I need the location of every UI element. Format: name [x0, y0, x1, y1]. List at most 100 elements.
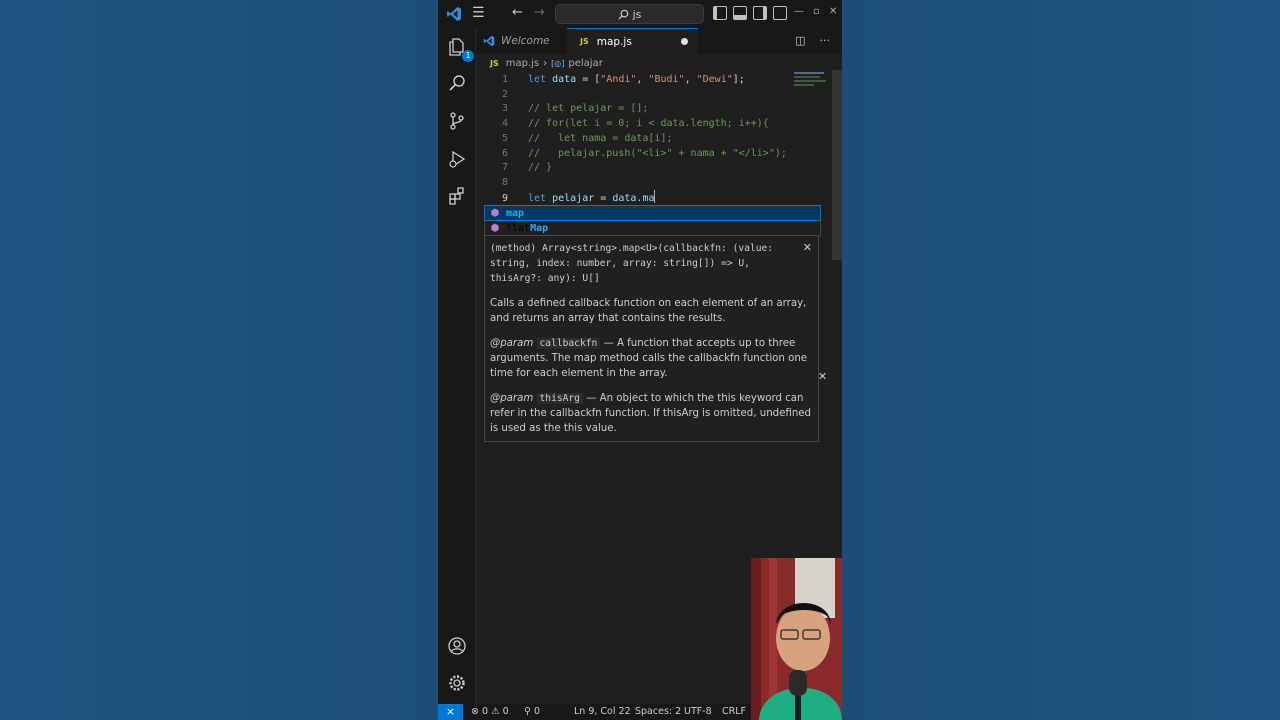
line-number: 5 — [501, 132, 508, 144]
code-token: ma — [642, 192, 655, 204]
code-token: = [ — [576, 74, 601, 85]
code-line[interactable]: 9 let pelajar = data.ma — [476, 189, 786, 205]
breadcrumb-symbol[interactable]: pelajar — [568, 58, 602, 69]
code-token: = — [594, 192, 613, 204]
explorer-badge: 1 — [462, 50, 474, 62]
split-editor-icon[interactable]: ◫ — [795, 34, 805, 47]
toggle-secondary-sidebar-icon[interactable] — [753, 6, 767, 20]
breadcrumb-file[interactable]: map.js — [506, 58, 539, 69]
more-actions-icon[interactable]: ··· — [820, 34, 831, 47]
tab-label: Welcome — [501, 35, 550, 47]
code-token: "Budi" — [648, 74, 685, 85]
suggestion-flatmap[interactable]: ⬢ flatMap — [485, 221, 820, 235]
presenter-image — [751, 558, 842, 720]
editor-tabs: Welcome JS map.js ◫ ··· — [476, 28, 842, 54]
code-line[interactable]: 4 // for(let i = 0; i < data.length; i++)… — [476, 116, 786, 131]
background-left — [0, 0, 438, 720]
code-line[interactable]: 6 // pelajar.push("<li>" + nama + "</li>"… — [476, 146, 787, 161]
forward-arrow-icon[interactable]: → — [534, 5, 545, 20]
accounts-icon[interactable] — [444, 633, 470, 659]
suggestion-map[interactable]: ⬢ map — [484, 205, 821, 221]
search-text: js — [632, 7, 642, 21]
code-line[interactable]: 7 // } — [476, 160, 786, 175]
line-number: 9 — [501, 192, 508, 204]
ports-status[interactable]: ⚲ 0 — [524, 704, 540, 720]
line-number: 1 — [501, 74, 508, 85]
line-number: 8 — [501, 176, 508, 188]
minimize-icon[interactable]: — — [794, 6, 804, 17]
code-line[interactable]: 3 // let pelajar = []; — [476, 101, 786, 116]
suggest-widget: ⬢ map ⬢ flatMap — [484, 205, 821, 237]
line-number: 7 — [501, 162, 508, 174]
line-number: 6 — [501, 147, 508, 159]
indentation[interactable]: Spaces: 2 — [635, 704, 681, 720]
line-number: 3 — [501, 103, 508, 115]
method-cube-icon: ⬢ — [490, 222, 500, 234]
code-token: , — [636, 74, 649, 85]
run-debug-icon[interactable] — [444, 146, 470, 172]
close-details-icon[interactable]: ✕ — [803, 240, 812, 255]
error-icon: ⊗ — [471, 706, 479, 717]
tab-map-js[interactable]: JS map.js — [567, 28, 698, 54]
method-description: Calls a defined callback function on eac… — [490, 298, 807, 324]
title-bar: ☰ ← → js — ▫ ✕ — [438, 0, 842, 28]
code-token: "Dewi" — [696, 74, 733, 85]
param-thisarg: @param thisArg — An object to which the … — [490, 393, 812, 434]
code-token: data — [612, 192, 637, 204]
toggle-panel-icon[interactable] — [733, 6, 747, 20]
code-token: // let pelajar = []; — [528, 103, 649, 115]
code-line[interactable]: 5 // let nama = data[i]; — [476, 131, 786, 146]
vscode-tab-icon — [483, 35, 495, 47]
explorer-icon[interactable]: 1 — [444, 34, 474, 62]
restore-icon[interactable]: ▫ — [813, 6, 820, 17]
js-file-icon: JS — [490, 58, 499, 68]
tab-welcome[interactable]: Welcome — [476, 28, 567, 54]
code-token: let — [528, 192, 553, 204]
vertical-scrollbar[interactable] — [832, 70, 842, 260]
problems-status[interactable]: ⊗ 0 ⚠ 0 — [471, 704, 509, 720]
close-window-icon[interactable]: ✕ — [829, 6, 837, 17]
minimap[interactable] — [794, 70, 828, 94]
code-line[interactable]: 1 let data = ["Andi", "Budi", "Dewi"]; — [476, 72, 786, 87]
command-center-search[interactable]: js — [555, 4, 704, 24]
text-cursor — [654, 189, 656, 203]
js-file-icon: JS — [580, 37, 589, 46]
cursor-position[interactable]: Ln 9, Col 22 — [574, 704, 631, 720]
close-widget-icon[interactable]: ✕ — [818, 370, 827, 383]
suggest-details: (method) Array<string>.map<U>(callbackfn… — [484, 235, 819, 442]
toggle-sidebar-icon[interactable] — [713, 6, 727, 20]
code-line[interactable]: 8 — [476, 175, 786, 190]
code-token: // for(let i = 0; i < data.length; i++){ — [528, 118, 769, 130]
code-token: // pelajar.push("<li>" + nama + "</li>")… — [528, 147, 787, 159]
variable-icon: [◎] — [551, 58, 565, 68]
tab-label: map.js — [596, 35, 632, 48]
menu-icon[interactable]: ☰ — [472, 5, 488, 21]
activity-bar: 1 — [438, 28, 476, 704]
code-token: , — [684, 74, 697, 85]
search-view-icon[interactable] — [444, 70, 470, 96]
param-callbackfn: @param callbackfn — A function that acce… — [490, 338, 808, 379]
encoding[interactable]: UTF-8 — [684, 704, 712, 720]
code-token: let — [528, 74, 553, 85]
code-token: "Andi" — [600, 74, 637, 85]
source-control-icon[interactable] — [444, 108, 470, 134]
manage-gear-icon[interactable] — [444, 670, 470, 696]
code-token: pelajar — [552, 192, 595, 204]
code-token: // let nama = data[i]; — [528, 132, 673, 144]
line-number: 4 — [501, 118, 508, 130]
remote-icon[interactable]: ⨯ — [438, 704, 463, 720]
vscode-logo-icon — [447, 7, 461, 21]
code-line[interactable]: 2 — [476, 87, 786, 102]
code-token: // } — [528, 162, 553, 174]
extensions-icon[interactable] — [444, 183, 470, 209]
chevron-right-icon: › — [543, 57, 548, 69]
tab-actions: ◫ ··· — [795, 34, 830, 47]
customize-layout-icon[interactable] — [773, 6, 787, 20]
end-of-line[interactable]: CRLF — [722, 704, 746, 720]
unsaved-dot-icon[interactable] — [681, 38, 688, 45]
warning-icon: ⚠ — [491, 706, 500, 717]
breadcrumb: JS map.js › [◎] pelajar — [490, 56, 603, 70]
background-right — [842, 0, 1280, 720]
back-arrow-icon[interactable]: ← — [512, 5, 523, 20]
search-icon — [618, 9, 628, 20]
